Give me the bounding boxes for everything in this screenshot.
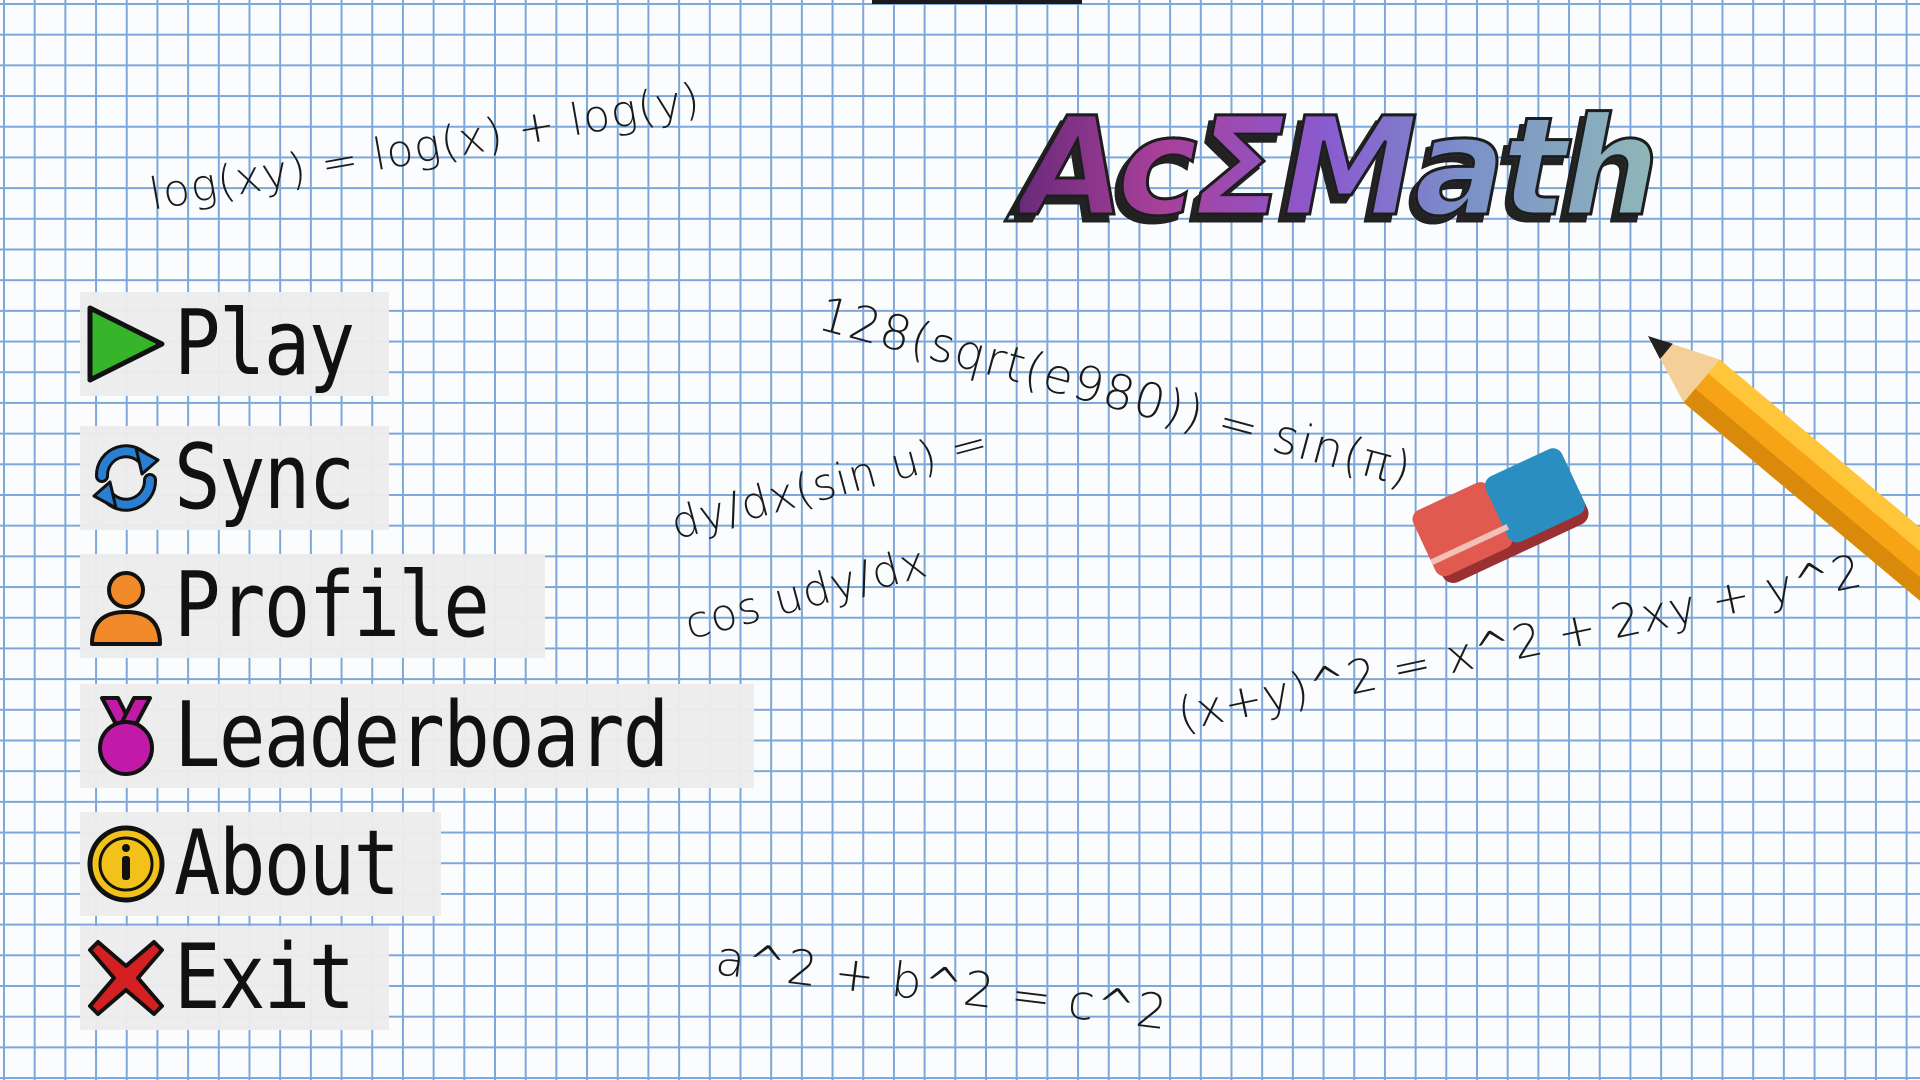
menu-sync-button[interactable]: Sync bbox=[80, 426, 389, 530]
sync-icon bbox=[82, 434, 170, 522]
equation-log: log(xy) = log(x) + log(y) bbox=[145, 73, 705, 221]
menu-sync-label: Sync bbox=[174, 425, 355, 530]
menu-leaderboard-label: Leaderboard bbox=[174, 683, 669, 788]
info-icon bbox=[82, 820, 170, 908]
menu-about-label: About bbox=[174, 811, 400, 916]
profile-icon bbox=[82, 562, 170, 650]
menu-play-label: Play bbox=[174, 291, 355, 396]
eraser-icon bbox=[1412, 448, 1589, 583]
medal-icon bbox=[82, 692, 170, 780]
menu-profile-button[interactable]: Profile bbox=[80, 553, 546, 658]
menu-leaderboard-button[interactable]: Leaderboard bbox=[80, 683, 755, 788]
menu-exit-label: Exit bbox=[174, 925, 355, 1030]
menu-exit-button[interactable]: Exit bbox=[80, 926, 389, 1030]
pencil-icon bbox=[1648, 336, 1920, 615]
equation-derivative-line2: cos udy/dx bbox=[679, 536, 933, 651]
equation-pythagorean: a^2 + b^2 = c^2 bbox=[712, 930, 1172, 1042]
top-edge-tab bbox=[872, 0, 1082, 4]
menu-about-button[interactable]: About bbox=[80, 812, 441, 916]
exit-icon bbox=[82, 934, 170, 1022]
menu-profile-label: Profile bbox=[174, 553, 490, 658]
game-title: AcΣMath bbox=[1019, 89, 1662, 247]
equation-derivative-line1: dy/dx(sin u) = bbox=[665, 416, 995, 551]
menu-play-button[interactable]: Play bbox=[80, 292, 389, 396]
play-icon bbox=[82, 300, 170, 388]
